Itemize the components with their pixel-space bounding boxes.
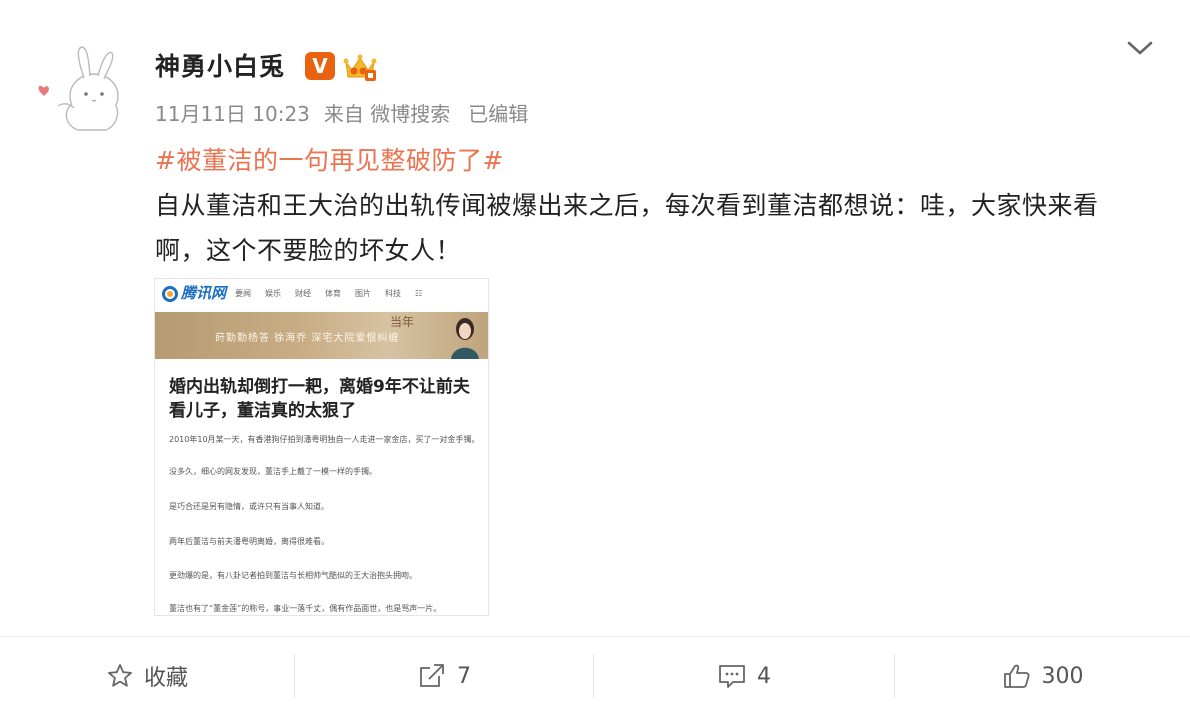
repost-count: 7 bbox=[457, 663, 471, 689]
post-image[interactable]: 腾讯网 要闻 娱乐 财经 体育 图片 科技 ☷ 莳勤勤杨答 徐海乔 深宅大院爱恨纠缠 当年 … bbox=[154, 278, 489, 616]
verified-v-icon: V bbox=[305, 52, 335, 80]
banner-portrait bbox=[451, 318, 479, 359]
article-nav-items: 要闻 娱乐 财经 体育 图片 科技 ☷ bbox=[235, 288, 436, 299]
chevron-down-icon[interactable] bbox=[1122, 34, 1158, 62]
article-nav-item: 娱乐 bbox=[265, 289, 281, 298]
article-brand: 腾讯网 bbox=[181, 284, 227, 302]
favorite-button[interactable]: 收藏 bbox=[0, 654, 294, 698]
banner-deco-text: 当年 bbox=[390, 315, 415, 329]
banner-text: 莳勤勤杨答 徐海乔 深宅大院爱恨纠缠 bbox=[215, 333, 400, 344]
article-nav: 腾讯网 要闻 娱乐 财经 体育 图片 科技 ☷ bbox=[155, 279, 488, 311]
article-nav-item: 科技 bbox=[385, 289, 401, 298]
hashtag-link[interactable]: #被董洁的一句再见整破防了# bbox=[155, 141, 504, 177]
article-nav-item: ☷ bbox=[415, 289, 423, 298]
repost-button[interactable]: 7 bbox=[295, 654, 593, 698]
username[interactable]: 神勇小白兎 bbox=[155, 47, 285, 83]
article-banner: 莳勤勤杨答 徐海乔 深宅大院爱恨纠缠 当年 bbox=[155, 312, 488, 359]
comment-icon bbox=[719, 665, 745, 688]
weibo-post: 神勇小白兎 V 11月11日 10:23 来自 微博搜索 已编辑 #被董洁的一句再见… bbox=[0, 0, 1190, 712]
thumbs-up-icon bbox=[1003, 664, 1030, 688]
article-nav-item: 图片 bbox=[355, 289, 371, 298]
post-time[interactable]: 11月11日 10:23 bbox=[155, 102, 310, 126]
comment-count: 4 bbox=[757, 663, 771, 689]
avatar[interactable] bbox=[32, 42, 128, 138]
favorite-label: 收藏 bbox=[143, 666, 188, 691]
article-paragraph: 2010年10月某一天，有香港狗仔拍到潘粤明独自一人走进一家金店，买了一对金手镯… bbox=[169, 435, 480, 444]
footer-divider bbox=[0, 636, 1190, 637]
vip-crown-icon[interactable] bbox=[343, 50, 377, 82]
article-paragraph: 董洁也有了“董金莲”的称号，事业一落千丈，偶有作品面世，也是骂声一片。 bbox=[169, 604, 442, 613]
article-nav-item: 财经 bbox=[295, 289, 311, 298]
article-nav-item: 要闻 bbox=[235, 289, 251, 298]
star-icon bbox=[108, 664, 132, 687]
article-paragraph: 没多久，细心的网友发现，董洁手上戴了一模一样的手镯。 bbox=[169, 467, 377, 476]
like-count: 300 bbox=[1041, 663, 1084, 689]
repost-icon bbox=[420, 664, 444, 687]
comment-button[interactable]: 4 bbox=[594, 654, 894, 698]
edited-label[interactable]: 已编辑 bbox=[468, 102, 528, 126]
article-paragraph: 两年后董洁与前夫潘粤明离婚，离得很难看。 bbox=[169, 537, 329, 546]
post-meta: 11月11日 10:23 来自 微博搜索 已编辑 bbox=[155, 98, 542, 127]
like-button[interactable]: 300 bbox=[895, 654, 1190, 698]
post-source[interactable]: 来自 微博搜索 bbox=[324, 102, 450, 126]
article-nav-item: 体育 bbox=[325, 289, 341, 298]
tencent-logo-icon bbox=[162, 286, 178, 302]
article-paragraph: 更劲爆的是，有八卦记者拍到董洁与长相帅气酷似的王大治抱头拥吻。 bbox=[169, 571, 417, 580]
article-title: 婚内出轨却倒打一耙，离婚9年不让前夫看儿子，董洁真的太狠了 bbox=[169, 377, 470, 421]
post-content: 自从董洁和王大治的出轨传闻被爆出来之后，每次看到董洁都想说：哇，大家快来看啊，这… bbox=[155, 191, 1099, 265]
article-paragraph: 是巧合还是另有隐情，或许只有当事人知道。 bbox=[169, 502, 329, 511]
